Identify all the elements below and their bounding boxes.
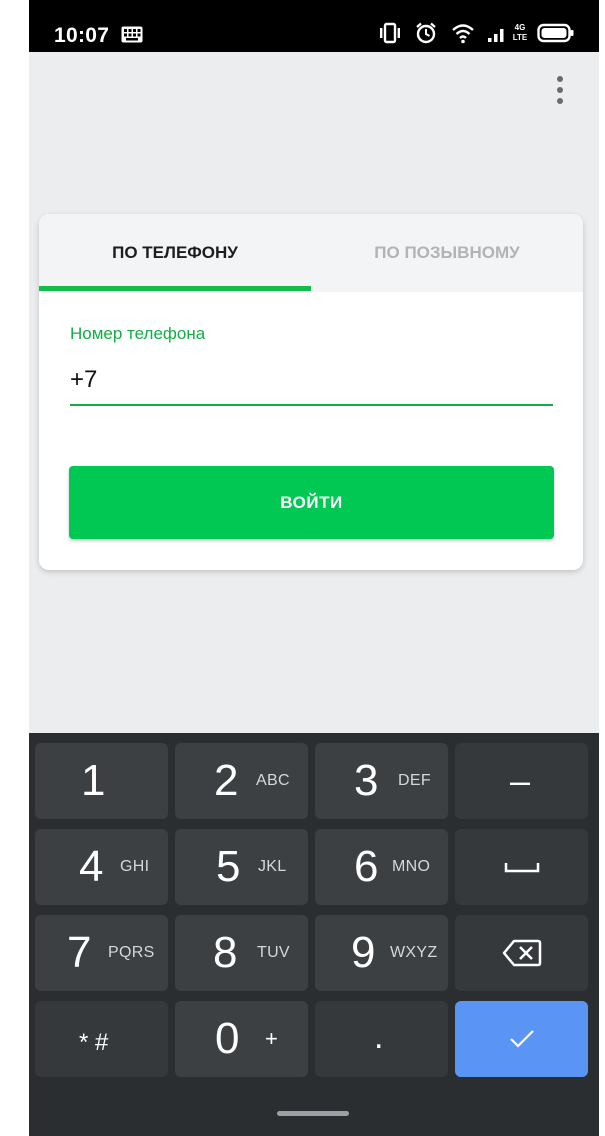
key-star-hash[interactable]: * # bbox=[35, 1001, 168, 1077]
backspace-icon bbox=[502, 939, 541, 967]
key-dot[interactable]: . bbox=[315, 1001, 448, 1077]
login-method-tabs: ПО ТЕЛЕФОНУ ПО ПОЗЫВНОМУ bbox=[39, 214, 583, 292]
key-4[interactable]: 4 GHI bbox=[35, 829, 168, 905]
signal-icon bbox=[488, 29, 504, 42]
menu-dot bbox=[557, 87, 563, 93]
phone-field-label: Номер телефона bbox=[70, 324, 206, 343]
key-backspace[interactable] bbox=[455, 915, 588, 991]
login-button[interactable]: ВОЙТИ bbox=[69, 466, 554, 539]
vibrate-icon bbox=[380, 22, 400, 44]
space-icon bbox=[504, 863, 539, 873]
wifi-icon bbox=[452, 24, 474, 44]
keyboard-icon bbox=[121, 26, 143, 43]
alarm-icon bbox=[416, 22, 436, 44]
key-3[interactable]: 3 DEF bbox=[315, 743, 448, 819]
tab-by-phone[interactable]: ПО ТЕЛЕФОНУ bbox=[39, 214, 311, 292]
key-space[interactable] bbox=[455, 829, 588, 905]
status-icons: 4G LTE bbox=[377, 22, 577, 46]
key-5[interactable]: 5 JKL bbox=[175, 829, 308, 905]
key-6[interactable]: 6 MNO bbox=[315, 829, 448, 905]
phone-input-underline bbox=[70, 404, 553, 406]
menu-dot bbox=[557, 76, 563, 82]
key-done[interactable] bbox=[455, 1001, 588, 1077]
status-bar: 10:07 4G LTE bbox=[29, 0, 599, 52]
login-card: ПО ТЕЛЕФОНУ ПО ПОЗЫВНОМУ Номер телефона … bbox=[39, 214, 583, 570]
overflow-menu-icon[interactable] bbox=[550, 72, 570, 108]
numeric-keyboard: 1 2 ABC 3 DEF – 4 GHI 5 JKL 6 MNO 7 PQRS… bbox=[29, 733, 599, 1136]
tab-by-callsign[interactable]: ПО ПОЗЫВНОМУ bbox=[311, 214, 583, 292]
battery-icon bbox=[537, 23, 574, 43]
navigation-handle[interactable] bbox=[277, 1111, 349, 1116]
key-0[interactable]: 0 + bbox=[175, 1001, 308, 1077]
key-2[interactable]: 2 ABC bbox=[175, 743, 308, 819]
network-type-badge: 4G LTE bbox=[512, 23, 528, 42]
key-8[interactable]: 8 TUV bbox=[175, 915, 308, 991]
key-1[interactable]: 1 bbox=[35, 743, 168, 819]
active-tab-indicator bbox=[39, 286, 311, 291]
key-9[interactable]: 9 WXYZ bbox=[315, 915, 448, 991]
phone-screen: 10:07 4G LTE ПО ТЕЛЕФОНУ ПО ПОЗЫВНОМУ Но… bbox=[29, 0, 599, 1136]
key-dash[interactable]: – bbox=[455, 743, 588, 819]
status-time: 10:07 bbox=[54, 24, 110, 47]
key-7[interactable]: 7 PQRS bbox=[35, 915, 168, 991]
phone-input[interactable] bbox=[70, 360, 552, 400]
check-icon bbox=[509, 1030, 534, 1048]
menu-dot bbox=[557, 98, 563, 104]
